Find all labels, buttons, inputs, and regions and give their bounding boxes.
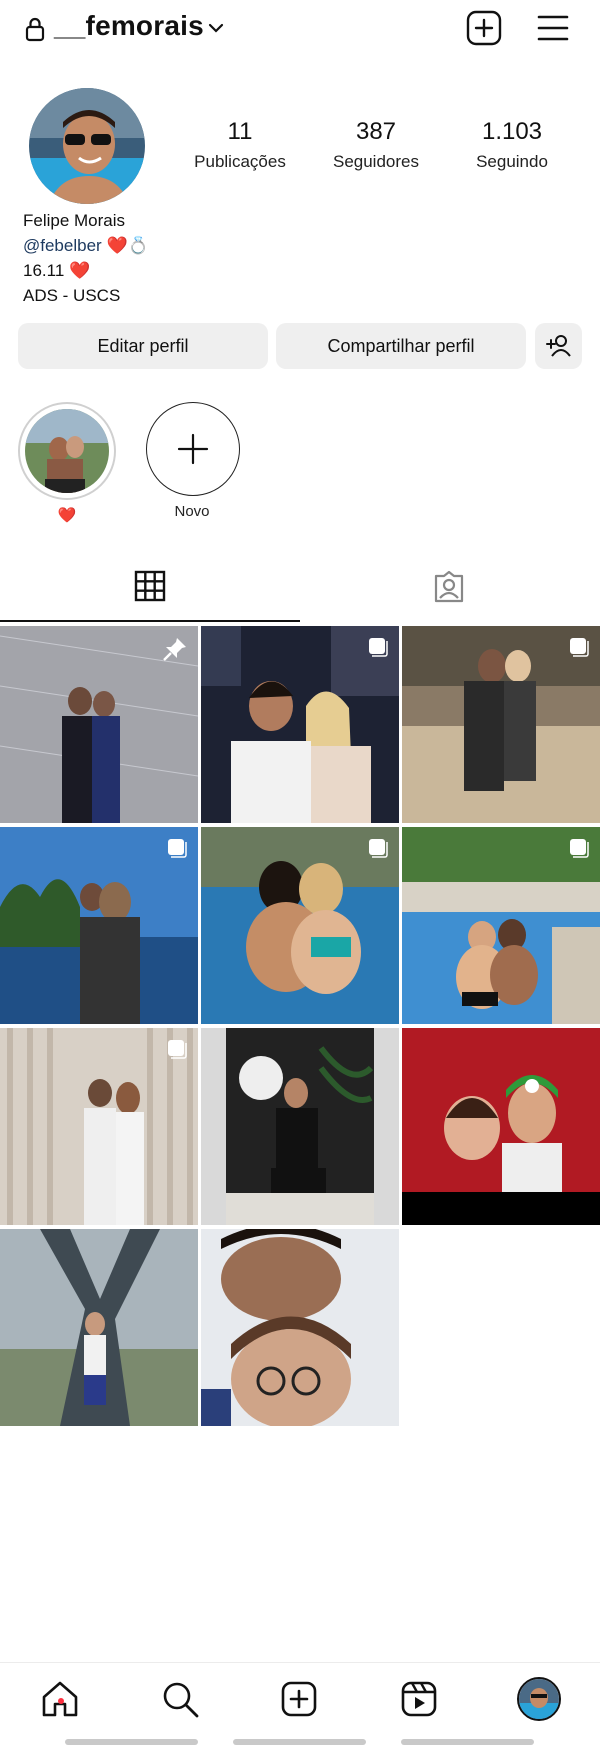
tagged-icon (434, 570, 464, 603)
active-tab-indicator (0, 620, 300, 622)
notification-dot (58, 1698, 64, 1704)
followers-count: 387 (355, 118, 397, 145)
plus-icon (177, 433, 209, 465)
carousel-icon (369, 839, 388, 858)
gesture-bar (65, 1739, 198, 1745)
post-thumbnail[interactable] (0, 1229, 198, 1426)
pinned-icon (163, 638, 186, 661)
new-highlight-label: Novo (174, 503, 210, 520)
profile-avatar-nav[interactable] (517, 1677, 561, 1721)
new-post-icon[interactable] (466, 10, 502, 46)
add-person-icon (545, 335, 571, 357)
post-thumbnail[interactable] (201, 1229, 399, 1426)
following-label: Seguindo (476, 152, 548, 171)
followers-label: Seguidores (332, 152, 419, 171)
highlight-label: ❤️ (57, 507, 77, 524)
following-count: 1.103 (481, 118, 543, 145)
bio-handle-link[interactable]: @febelber (23, 236, 102, 255)
carousel-icon (570, 839, 589, 858)
lock-icon (25, 17, 45, 42)
tab-posts-grid[interactable] (0, 560, 300, 622)
post-thumbnail[interactable] (402, 626, 600, 823)
carousel-icon (570, 638, 589, 657)
profile-username[interactable]: __femorais (54, 10, 204, 42)
gesture-bar (233, 1739, 366, 1745)
top-bar: __femorais (0, 0, 600, 58)
stat-posts[interactable]: 11 Publicações (170, 118, 310, 172)
search-icon[interactable] (158, 1677, 202, 1721)
profile-name: Felipe Morais (23, 211, 126, 230)
discover-people-button[interactable] (535, 323, 582, 369)
reels-icon[interactable] (397, 1677, 441, 1721)
bio-line-school: ADS - USCS (23, 286, 121, 305)
menu-icon[interactable] (536, 12, 570, 44)
bio-handle-emoji: ❤️💍 (106, 236, 149, 255)
highlight-ring (18, 402, 116, 500)
post-thumbnail[interactable] (402, 827, 600, 1024)
carousel-icon (168, 1040, 187, 1059)
post-thumbnail[interactable] (201, 626, 399, 823)
post-thumbnail[interactable] (201, 1028, 399, 1225)
chevron-down-icon[interactable] (206, 18, 226, 38)
gesture-bar (401, 1739, 534, 1745)
share-profile-button[interactable]: Compartilhar perfil (276, 323, 526, 369)
tab-tagged[interactable] (300, 560, 600, 622)
stat-followers[interactable]: 387 Seguidores (306, 118, 446, 172)
posts-count: 11 (227, 118, 253, 145)
carousel-icon (168, 839, 187, 858)
new-highlight-button[interactable]: Novo (144, 402, 240, 520)
bio-line-date: 16.11 ❤️ (23, 261, 91, 280)
grid-icon (134, 570, 166, 602)
post-thumbnail[interactable] (0, 626, 198, 823)
post-thumbnail[interactable] (0, 827, 198, 1024)
posts-label: Publicações (194, 152, 286, 171)
stat-following[interactable]: 1.103 Seguindo (442, 118, 582, 172)
post-thumbnail[interactable] (0, 1028, 198, 1225)
create-icon[interactable] (277, 1677, 321, 1721)
post-thumbnail[interactable] (201, 827, 399, 1024)
story-highlight[interactable]: ❤️ (18, 402, 116, 524)
profile-avatar[interactable] (29, 88, 145, 204)
post-thumbnail[interactable] (402, 1028, 600, 1225)
profile-bio: Felipe Morais @febelber ❤️💍 16.11 ❤️ ADS… (23, 208, 149, 308)
carousel-icon (369, 638, 388, 657)
edit-profile-button[interactable]: Editar perfil (18, 323, 268, 369)
